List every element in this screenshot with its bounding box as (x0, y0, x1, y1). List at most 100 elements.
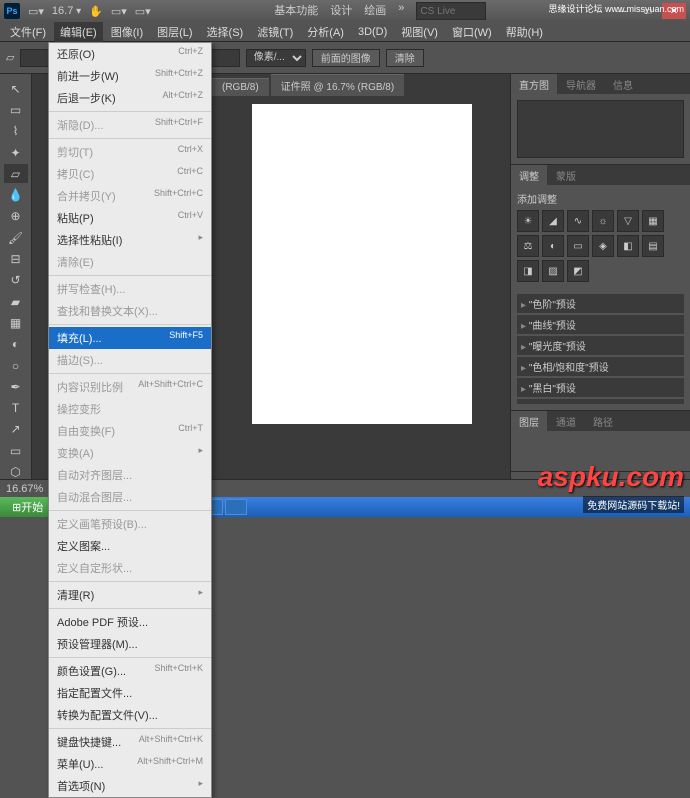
menu-item[interactable]: 清理(R)▸ (49, 584, 211, 606)
preset-exposure[interactable]: "曝光度"预设 (517, 336, 684, 355)
menu-item[interactable]: 前进一步(W)Shift+Ctrl+Z (49, 65, 211, 87)
unit-dropdown[interactable]: 像素/... (246, 49, 306, 67)
channels-tab[interactable]: 通道 (548, 411, 584, 431)
menu-item[interactable]: 定义图案... (49, 535, 211, 557)
menu-edit[interactable]: 编辑(E) (54, 22, 103, 42)
preset-list: "色阶"预设 "曲线"预设 "曝光度"预设 "色相/饱和度"预设 "黑白"预设 … (517, 294, 684, 404)
doc-tab-1[interactable]: (RGB/8) (212, 78, 269, 96)
menu-item[interactable]: 还原(O)Ctrl+Z (49, 43, 211, 65)
menu-item[interactable]: 预设管理器(M)... (49, 633, 211, 655)
menu-item[interactable]: 颜色设置(G)...Shift+Ctrl+K (49, 660, 211, 682)
preset-hue[interactable]: "色相/饱和度"预设 (517, 357, 684, 376)
mixer-icon[interactable]: ◈ (592, 235, 614, 257)
threshold-icon[interactable]: ◨ (517, 260, 539, 282)
front-image-button[interactable]: 前面的图像 (312, 49, 380, 67)
menu-item: 自动混合图层... (49, 486, 211, 508)
layers-tab[interactable]: 图层 (511, 411, 547, 431)
task-item[interactable] (225, 499, 247, 515)
menu-item[interactable]: 键盘快捷键...Alt+Shift+Ctrl+K (49, 731, 211, 753)
clear-button[interactable]: 清除 (386, 49, 424, 67)
preset-bw[interactable]: "黑白"预设 (517, 378, 684, 397)
preset-mixer[interactable]: "通道混和器"预设 (517, 399, 684, 404)
hand-tool-icon[interactable]: ✋ (89, 5, 103, 18)
menu-item[interactable]: 后退一步(K)Alt+Ctrl+Z (49, 87, 211, 109)
preset-levels[interactable]: "色阶"预设 (517, 294, 684, 313)
stamp-tool[interactable]: ⊟ (4, 249, 28, 268)
menu-image[interactable]: 图像(I) (105, 22, 149, 42)
menu-file[interactable]: 文件(F) (4, 22, 52, 42)
menu-filter[interactable]: 滤镜(T) (251, 22, 299, 42)
move-tool[interactable]: ↖ (4, 79, 28, 98)
crop-tool[interactable]: ▱ (4, 164, 28, 183)
workspace-basic[interactable]: 基本功能 (274, 2, 318, 20)
brush-tool[interactable]: 🖌 (4, 228, 28, 247)
preset-curves[interactable]: "曲线"预设 (517, 315, 684, 334)
navigator-tab[interactable]: 导航器 (558, 74, 604, 94)
adjust-tab[interactable]: 调整 (511, 165, 547, 185)
exposure-icon[interactable]: ☼ (592, 210, 614, 232)
dodge-tool[interactable]: ○ (4, 356, 28, 375)
menu-item[interactable]: 填充(L)...Shift+F5 (49, 327, 211, 349)
start-button[interactable]: ⊞ 开始 (0, 497, 55, 517)
doc-tab-2[interactable]: 证件照 @ 16.7% (RGB/8) (271, 74, 405, 96)
menu-item: 操控变形 (49, 398, 211, 420)
histogram-display (517, 100, 684, 158)
type-tool[interactable]: T (4, 398, 28, 417)
eyedropper-tool[interactable]: 💧 (4, 185, 28, 204)
bw-icon[interactable]: ◐ (542, 235, 564, 257)
workspace-paint[interactable]: 绘画 (364, 2, 386, 20)
selective-icon[interactable]: ◩ (567, 260, 589, 282)
marquee-tool[interactable]: ▭ (4, 100, 28, 119)
screen-mode-icon[interactable]: ▭▾ (135, 5, 151, 18)
menu-item[interactable]: 首选项(N)▸ (49, 775, 211, 797)
eraser-tool[interactable]: ▰ (4, 292, 28, 311)
shape-tool[interactable]: ▭ (4, 441, 28, 460)
vibrance-icon[interactable]: ▽ (617, 210, 639, 232)
zoom-status[interactable]: 16.67% (6, 483, 43, 495)
menu-window[interactable]: 窗口(W) (446, 22, 498, 42)
photo-icon[interactable]: ▭ (567, 235, 589, 257)
pen-tool[interactable]: ✒ (4, 377, 28, 396)
workspace-design[interactable]: 设计 (330, 2, 352, 20)
menu-item[interactable]: 指定配置文件... (49, 682, 211, 704)
path-tool[interactable]: ↗ (4, 420, 28, 439)
toolbox: ↖ ▭ ⌇ ✦ ▱ 💧 ⊕ 🖌 ⊟ ↺ ▰ ▦ ◐ ○ ✒ T ↗ ▭ ⬡ ✋ (0, 74, 32, 504)
menu-3d[interactable]: 3D(D) (352, 24, 393, 40)
menu-item: 查找和替换文本(X)... (49, 300, 211, 322)
blur-tool[interactable]: ◐ (4, 335, 28, 354)
balance-icon[interactable]: ⚖ (517, 235, 539, 257)
brightness-icon[interactable]: ☀ (517, 210, 539, 232)
menu-item[interactable]: 选择性粘贴(I)▸ (49, 229, 211, 251)
levels-icon[interactable]: ◢ (542, 210, 564, 232)
menu-layer[interactable]: 图层(L) (151, 22, 198, 42)
menu-select[interactable]: 选择(S) (201, 22, 250, 42)
canvas[interactable] (252, 104, 472, 424)
menu-view[interactable]: 视图(V) (395, 22, 444, 42)
info-tab[interactable]: 信息 (605, 74, 641, 94)
wand-tool[interactable]: ✦ (4, 143, 28, 162)
lasso-tool[interactable]: ⌇ (4, 122, 28, 141)
heal-tool[interactable]: ⊕ (4, 207, 28, 226)
menu-item[interactable]: 菜单(U)...Alt+Shift+Ctrl+M (49, 753, 211, 775)
poster-icon[interactable]: ▤ (642, 235, 664, 257)
window-menu-icon[interactable]: ▭▾ (28, 5, 44, 18)
gradient-icon[interactable]: ▨ (542, 260, 564, 282)
cslive-search[interactable] (416, 2, 486, 20)
menubar: 文件(F) 编辑(E) 图像(I) 图层(L) 选择(S) 滤镜(T) 分析(A… (0, 22, 690, 42)
zoom-dropdown[interactable]: 16.7 ▾ (52, 5, 81, 17)
histogram-tab[interactable]: 直方图 (511, 74, 557, 94)
gradient-tool[interactable]: ▦ (4, 313, 28, 332)
watermark-sub: 免费网站源码下载站! (583, 496, 684, 513)
view-mode-icon[interactable]: ▭▾ (111, 5, 127, 18)
menu-help[interactable]: 帮助(H) (500, 22, 549, 42)
menu-item[interactable]: 粘贴(P)Ctrl+V (49, 207, 211, 229)
curves-icon[interactable]: ∿ (567, 210, 589, 232)
paths-tab[interactable]: 路径 (585, 411, 621, 431)
mask-tab[interactable]: 蒙版 (548, 165, 584, 185)
menu-item[interactable]: Adobe PDF 预设... (49, 611, 211, 633)
menu-item[interactable]: 转换为配置文件(V)... (49, 704, 211, 726)
invert-icon[interactable]: ◧ (617, 235, 639, 257)
history-tool[interactable]: ↺ (4, 271, 28, 290)
menu-analysis[interactable]: 分析(A) (301, 22, 350, 42)
hue-icon[interactable]: ▦ (642, 210, 664, 232)
